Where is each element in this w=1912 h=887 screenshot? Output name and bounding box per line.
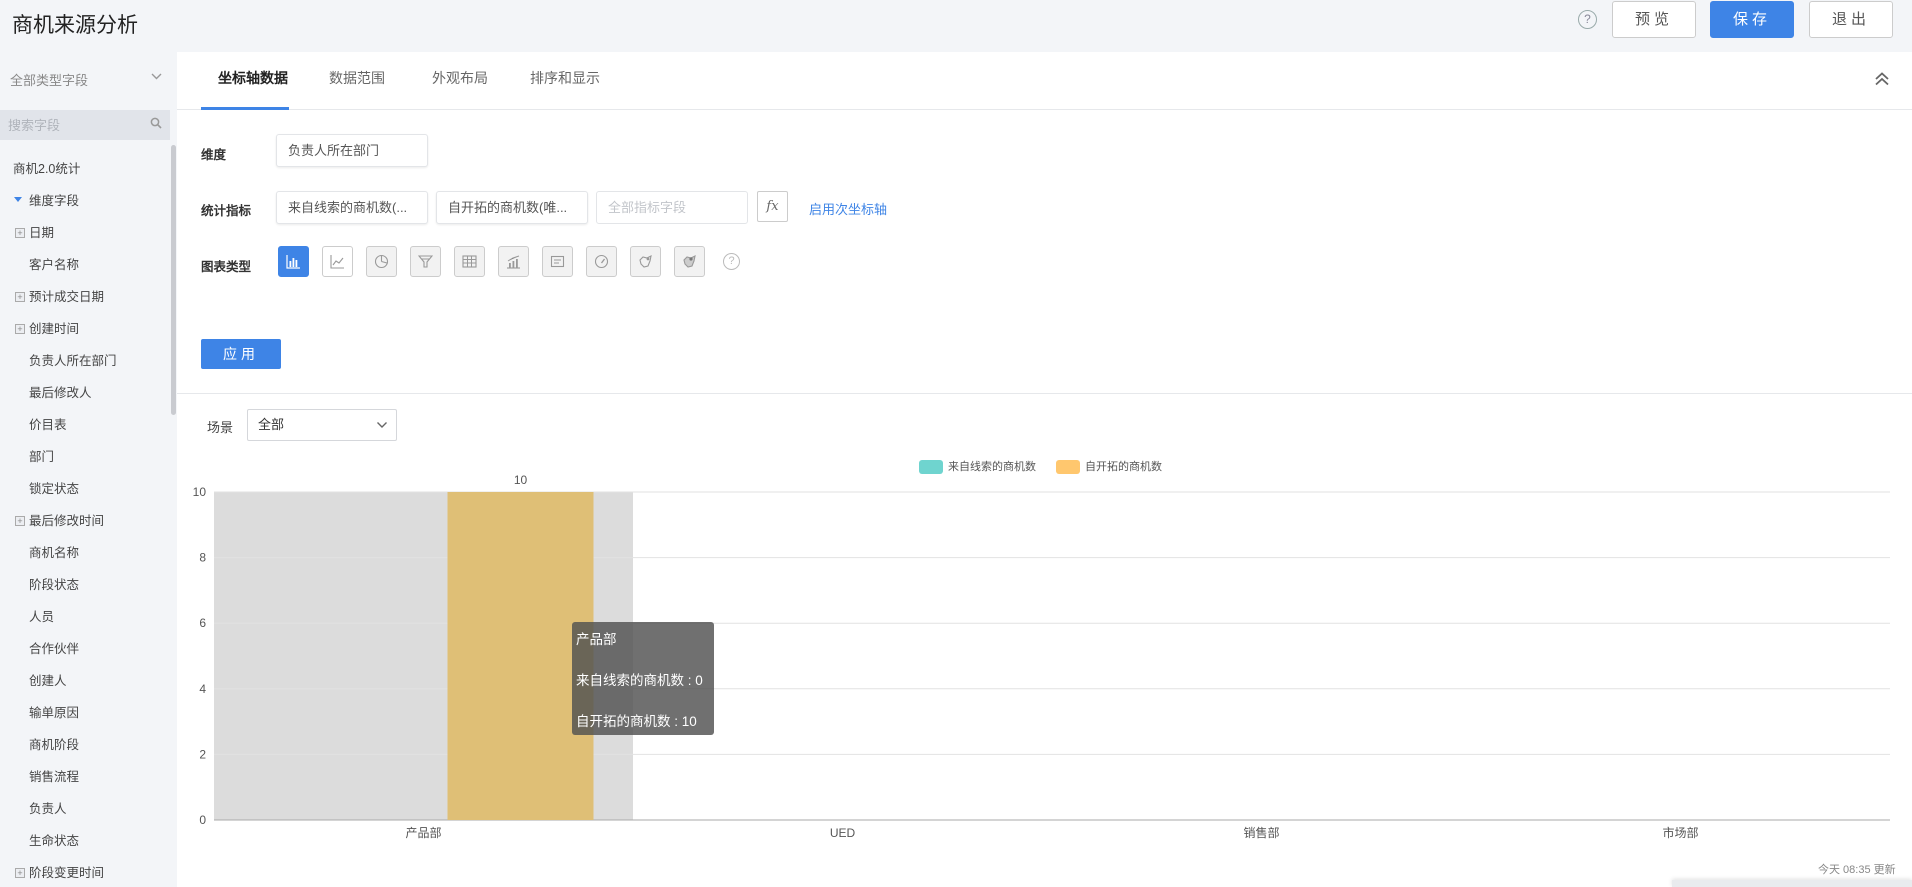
search-icon[interactable] [150, 117, 162, 129]
sidebar-item[interactable]: + 创建时间 [0, 313, 170, 345]
sidebar-item[interactable]: 最后修改人 [0, 377, 170, 409]
search-input[interactable] [8, 116, 143, 134]
sidebar-item[interactable]: 创建人 [0, 665, 170, 697]
field-type-select-label: 全部类型字段 [10, 73, 89, 88]
tooltip-line-leads: 来自线索的商机数 : 0 [576, 673, 703, 688]
sidebar-item-label: 维度字段 [29, 194, 80, 208]
top-bar: 商机来源分析 ? 预览 保存 退出 [0, 0, 1912, 52]
field-search [0, 110, 170, 140]
sidebar-item[interactable]: 商机阶段 [0, 729, 170, 761]
tooltip-title: 产品部 [576, 632, 617, 647]
exit-button[interactable]: 退出 [1809, 1, 1893, 38]
bottom-panel-edge [1672, 880, 1912, 887]
chart-tooltip: 产品部 来自线索的商机数 : 0 自开拓的商机数 : 10 [572, 622, 714, 735]
sidebar-item[interactable]: 价目表 [0, 409, 170, 441]
save-button[interactable]: 保存 [1710, 1, 1794, 38]
main-panel: 坐标轴数据 数据范围 外观布局 排序和显示 维度 负责人所在部门 统计指标 来自… [177, 52, 1912, 887]
expand-plus-icon[interactable]: + [15, 868, 25, 878]
x-tick-label: 销售部 [1243, 825, 1279, 840]
preview-button[interactable]: 预览 [1612, 1, 1696, 38]
sidebar-item[interactable]: + 预计成交日期 [0, 281, 170, 313]
sidebar-item-label: 日期 [29, 226, 55, 240]
y-tick-label: 0 [199, 813, 206, 827]
field-sidebar: 全部类型字段 商机2.0统计维度字段 + 日期客户名称 + 预计成交日期 + 创建时间负责人… [0, 52, 177, 887]
sidebar-item[interactable]: 人员 [0, 601, 170, 633]
sidebar-item-label: 人员 [29, 610, 55, 624]
sidebar-item-label: 阶段状态 [29, 578, 80, 592]
x-tick-label: UED [830, 826, 856, 840]
sidebar-item-label: 销售流程 [29, 770, 80, 784]
sidebar-item-label: 输单原因 [29, 706, 80, 720]
page-title: 商机来源分析 [12, 14, 138, 37]
sidebar-scrollbar[interactable] [171, 145, 176, 415]
sidebar-item[interactable]: 维度字段 [0, 185, 170, 217]
y-tick-label: 10 [193, 485, 207, 499]
field-tree: 商机2.0统计维度字段 + 日期客户名称 + 预计成交日期 + 创建时间负责人所在部门 最后修… [0, 153, 170, 887]
sidebar-item-label: 创建人 [29, 674, 67, 688]
update-timestamp: 今天 08:35 更新 [1818, 864, 1896, 876]
sidebar-item[interactable]: 销售流程 [0, 761, 170, 793]
x-tick-label: 市场部 [1662, 825, 1698, 840]
sidebar-item[interactable]: 负责人 [0, 793, 170, 825]
expand-plus-icon[interactable]: + [15, 516, 25, 526]
expand-plus-icon[interactable]: + [15, 292, 25, 302]
data-label: 10 [514, 473, 528, 487]
sidebar-item[interactable]: 商机名称 [0, 537, 170, 569]
y-tick-label: 8 [199, 551, 206, 565]
x-tick-label: 产品部 [405, 825, 441, 840]
sidebar-item-label: 最后修改时间 [29, 514, 105, 528]
sidebar-item-label: 阶段变更时间 [29, 866, 105, 880]
sidebar-item-label: 合作伙伴 [29, 642, 80, 656]
sidebar-item[interactable]: 负责人所在部门 [0, 345, 170, 377]
sidebar-item[interactable]: 生命状态 [0, 825, 170, 857]
y-tick-label: 6 [199, 616, 206, 630]
y-tick-label: 4 [199, 682, 206, 696]
sidebar-item-label: 商机2.0统计 [13, 162, 81, 176]
sidebar-item-label: 价目表 [29, 418, 67, 432]
sidebar-item[interactable]: 锁定状态 [0, 473, 170, 505]
sidebar-item-label: 部门 [29, 450, 55, 464]
sidebar-item[interactable]: 客户名称 [0, 249, 170, 281]
expand-plus-icon[interactable]: + [15, 228, 25, 238]
sidebar-item-label: 负责人所在部门 [29, 354, 117, 368]
tooltip-line-self: 自开拓的商机数 : 10 [576, 714, 697, 729]
sidebar-item-label: 锁定状态 [29, 482, 80, 496]
bar-chart: 0 2 4 6 8 10 10 产品部 UED 销售部 市场部 [193, 473, 1890, 840]
sidebar-item[interactable]: 阶段状态 [0, 569, 170, 601]
chevron-down-icon [150, 70, 163, 86]
help-icon[interactable]: ? [1578, 10, 1597, 29]
sidebar-item[interactable]: 输单原因 [0, 697, 170, 729]
sidebar-item-label: 生命状态 [29, 834, 80, 848]
y-tick-label: 2 [199, 747, 206, 761]
caret-down-icon [14, 197, 22, 202]
sidebar-item-label: 最后修改人 [29, 386, 92, 400]
sidebar-item-label: 客户名称 [29, 258, 80, 272]
sidebar-item[interactable]: 合作伙伴 [0, 633, 170, 665]
sidebar-item[interactable]: 部门 [0, 441, 170, 473]
sidebar-item[interactable]: + 日期 [0, 217, 170, 249]
sidebar-item-label: 创建时间 [29, 322, 80, 336]
sidebar-item[interactable]: + 最后修改时间 [0, 505, 170, 537]
sidebar-item[interactable]: 商机2.0统计 [0, 153, 170, 185]
sidebar-item[interactable]: + 阶段变更时间 [0, 857, 170, 887]
sidebar-item-label: 预计成交日期 [29, 290, 105, 304]
sidebar-item-label: 负责人 [29, 802, 67, 816]
sidebar-item-label: 商机名称 [29, 546, 80, 560]
field-type-select[interactable]: 全部类型字段 [10, 70, 165, 94]
sidebar-item-label: 商机阶段 [29, 738, 80, 752]
expand-plus-icon[interactable]: + [15, 324, 25, 334]
